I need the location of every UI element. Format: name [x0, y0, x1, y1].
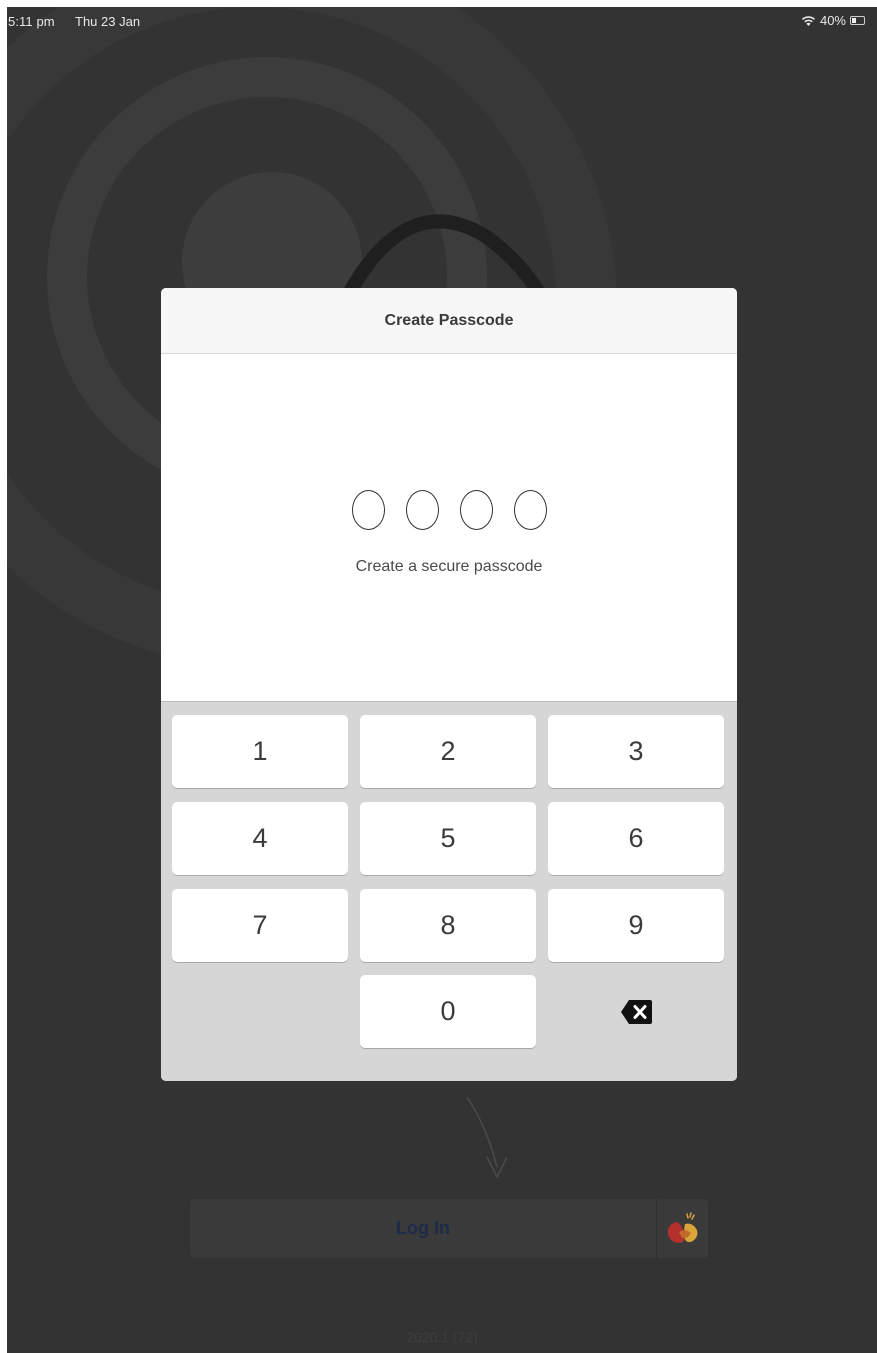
- app-screen: 5:11 pm Thu 23 Jan 40% Create Passcode C…: [7, 7, 877, 1353]
- status-bar: 5:11 pm Thu 23 Jan 40%: [7, 7, 877, 35]
- key-0[interactable]: 0: [360, 975, 536, 1048]
- status-indicators: 40%: [801, 13, 865, 28]
- create-passcode-dialog: Create Passcode Create a secure passcode…: [161, 288, 737, 1081]
- passcode-dot: [513, 490, 547, 530]
- battery-fill: [852, 18, 856, 23]
- key-1[interactable]: 1: [172, 715, 348, 788]
- key-6[interactable]: 6: [548, 802, 724, 875]
- key-5[interactable]: 5: [360, 802, 536, 875]
- status-date: Thu 23 Jan: [75, 14, 141, 29]
- passcode-display: Create a secure passcode: [161, 354, 737, 701]
- key-7[interactable]: 7: [172, 889, 348, 962]
- key-2[interactable]: 2: [360, 715, 536, 788]
- passcode-dot: [351, 490, 385, 530]
- login-bar: Log In: [190, 1199, 708, 1258]
- app-logo-button[interactable]: [656, 1199, 708, 1258]
- passcode-dot: [405, 490, 439, 530]
- battery-icon: [850, 16, 865, 25]
- key-3[interactable]: 3: [548, 715, 724, 788]
- numeric-keypad: 1 2 3 4 5 6 7 8 9 0: [161, 701, 737, 1081]
- dialog-title: Create Passcode: [161, 288, 737, 354]
- key-9[interactable]: 9: [548, 889, 724, 962]
- passcode-hint: Create a secure passcode: [355, 558, 543, 575]
- passcode-dot: [459, 490, 493, 530]
- login-button[interactable]: Log In: [190, 1199, 656, 1258]
- wifi-icon: [801, 15, 816, 26]
- status-time: 5:11 pm: [8, 14, 55, 29]
- key-8[interactable]: 8: [360, 889, 536, 962]
- battery-percent: 40%: [819, 13, 846, 28]
- passcode-dots: [161, 490, 737, 530]
- backspace-icon: [620, 999, 652, 1024]
- delete-button[interactable]: [548, 975, 724, 1048]
- key-4[interactable]: 4: [172, 802, 348, 875]
- app-logo-icon: [667, 1211, 697, 1243]
- version-label: 2020.1 (72): [406, 1329, 478, 1345]
